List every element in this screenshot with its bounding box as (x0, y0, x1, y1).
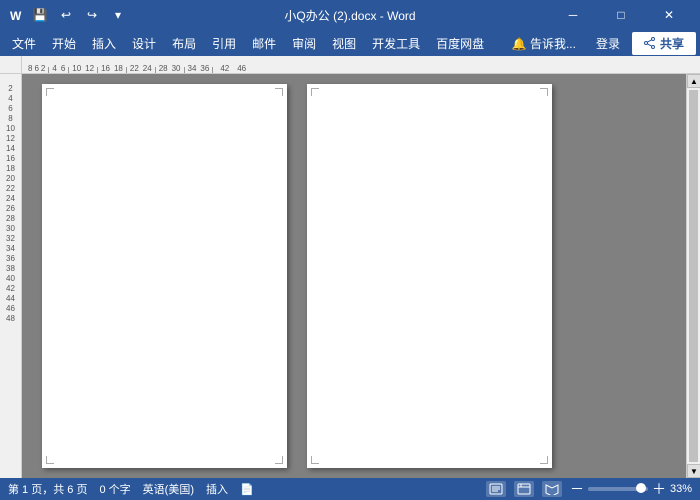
menu-view[interactable]: 视图 (324, 32, 364, 55)
scroll-down-arrow[interactable]: ▼ (687, 464, 700, 478)
share-label: 共享 (660, 35, 684, 52)
minimize-button[interactable]: ─ (550, 0, 596, 30)
vertical-ruler: 2 4 6 8 10 12 14 16 18 20 22 24 26 28 30… (0, 74, 22, 478)
quick-access-dropdown[interactable]: ▾ (108, 5, 128, 25)
zoom-minus-btn[interactable]: － (570, 482, 584, 496)
language: 英语(美国) (143, 481, 194, 497)
menu-baiduyun[interactable]: 百度网盘 (428, 32, 492, 55)
page-corner-tr (540, 88, 548, 96)
title-bar-right: ─ □ ✕ (550, 0, 692, 30)
status-right: － ＋ 33% (486, 481, 692, 497)
menu-right: 🔔 告诉我... 登录 共享 (504, 32, 696, 55)
print-layout-btn[interactable] (486, 481, 506, 497)
menu-bar: 文件 开始 插入 设计 布局 引用 邮件 审阅 视图 开发工具 百度网盘 🔔 告… (0, 30, 700, 56)
page-corner-br (540, 456, 548, 464)
vruler-mark: 42 (0, 284, 21, 294)
tell-me[interactable]: 🔔 告诉我... (504, 32, 584, 55)
title-center: 小Q办公 (2).docx - Word (284, 7, 415, 24)
page-corner-tl (46, 88, 54, 96)
read-mode-btn[interactable] (542, 481, 562, 497)
web-layout-btn[interactable] (514, 481, 534, 497)
menu-review[interactable]: 审阅 (284, 32, 324, 55)
title-bar: W 💾 ↩ ↪ ▾ 小Q办公 (2).docx - Word ─ □ ✕ (0, 0, 700, 30)
vruler-mark: 30 (0, 224, 21, 234)
vruler-mark: 34 (0, 244, 21, 254)
vruler-mark: 28 (0, 214, 21, 224)
revision-icon: 📄 (240, 483, 254, 496)
menu-home[interactable]: 开始 (44, 32, 84, 55)
share-button[interactable]: 共享 (632, 32, 696, 55)
page-corner-br (275, 456, 283, 464)
undo-btn[interactable]: ↩ (56, 5, 76, 25)
vruler-mark: 8 (0, 114, 21, 124)
zoom-percent: 33% (670, 483, 692, 495)
close-button[interactable]: ✕ (646, 0, 692, 30)
vruler-mark: 20 (0, 174, 21, 184)
status-bar: 第 1 页，共 6 页 0 个字 英语(美国) 插入 📄 － ＋ 33% (0, 478, 700, 500)
zoom-bar: － ＋ 33% (570, 482, 692, 496)
vruler-mark: 22 (0, 184, 21, 194)
menu-file[interactable]: 文件 (4, 32, 44, 55)
ruler-h-inner: 8 6 2 4 6 10 12 16 18 22 24 28 30 34 (22, 56, 700, 73)
page-corner-tr (275, 88, 283, 96)
scroll-up-arrow[interactable]: ▲ (687, 74, 700, 88)
document-page-1 (42, 84, 287, 468)
scroll-thumb[interactable] (689, 90, 698, 462)
ruler-corner (0, 56, 22, 74)
vertical-scrollbar[interactable]: ▲ ▼ (686, 74, 700, 478)
word-count: 0 个字 (99, 481, 130, 497)
zoom-track[interactable] (588, 487, 648, 491)
vruler-mark: 12 (0, 134, 21, 144)
vruler-mark: 2 (0, 84, 21, 94)
svg-text:W: W (10, 9, 22, 23)
page-info: 第 1 页，共 6 页 (8, 481, 87, 497)
document-page-2 (307, 84, 552, 468)
save-btn[interactable]: 💾 (30, 5, 50, 25)
page-corner-tl (311, 88, 319, 96)
insert-mode: 插入 (206, 481, 228, 497)
vruler-mark: 14 (0, 144, 21, 154)
restore-button[interactable]: □ (598, 0, 644, 30)
page-corner-bl (311, 456, 319, 464)
title-bar-left: W 💾 ↩ ↪ ▾ (8, 5, 128, 25)
vruler-mark: 6 (0, 104, 21, 114)
zoom-thumb (636, 483, 646, 493)
menu-mailings[interactable]: 邮件 (244, 32, 284, 55)
vruler-mark: 18 (0, 164, 21, 174)
vruler-mark: 38 (0, 264, 21, 274)
redo-btn[interactable]: ↪ (82, 5, 102, 25)
vruler-mark: 4 (0, 94, 21, 104)
word-icon: W (8, 7, 24, 23)
menu-references[interactable]: 引用 (204, 32, 244, 55)
page-corner-bl (46, 456, 54, 464)
vruler-mark: 24 (0, 194, 21, 204)
vruler-mark: 40 (0, 274, 21, 284)
vruler-mark: 36 (0, 254, 21, 264)
menu-insert[interactable]: 插入 (84, 32, 124, 55)
menu-layout[interactable]: 布局 (164, 32, 204, 55)
ruler-container: 8 6 2 4 6 10 12 16 18 22 24 28 30 34 (0, 56, 700, 74)
canvas-area[interactable] (22, 74, 686, 478)
menu-design[interactable]: 设计 (124, 32, 164, 55)
main-area: 2 4 6 8 10 12 14 16 18 20 22 24 26 28 30… (0, 74, 700, 478)
vruler-mark: 48 (0, 314, 21, 324)
vruler-mark: 16 (0, 154, 21, 164)
vruler-mark: 44 (0, 294, 21, 304)
menu-developer[interactable]: 开发工具 (364, 32, 428, 55)
zoom-plus-btn[interactable]: ＋ (652, 482, 666, 496)
login-btn[interactable]: 登录 (588, 32, 628, 55)
horizontal-ruler: 8 6 2 4 6 10 12 16 18 22 24 28 30 34 (22, 56, 700, 74)
vruler-mark: 46 (0, 304, 21, 314)
vruler-mark: 32 (0, 234, 21, 244)
vruler-mark: 10 (0, 124, 21, 134)
vruler-mark: 26 (0, 204, 21, 214)
